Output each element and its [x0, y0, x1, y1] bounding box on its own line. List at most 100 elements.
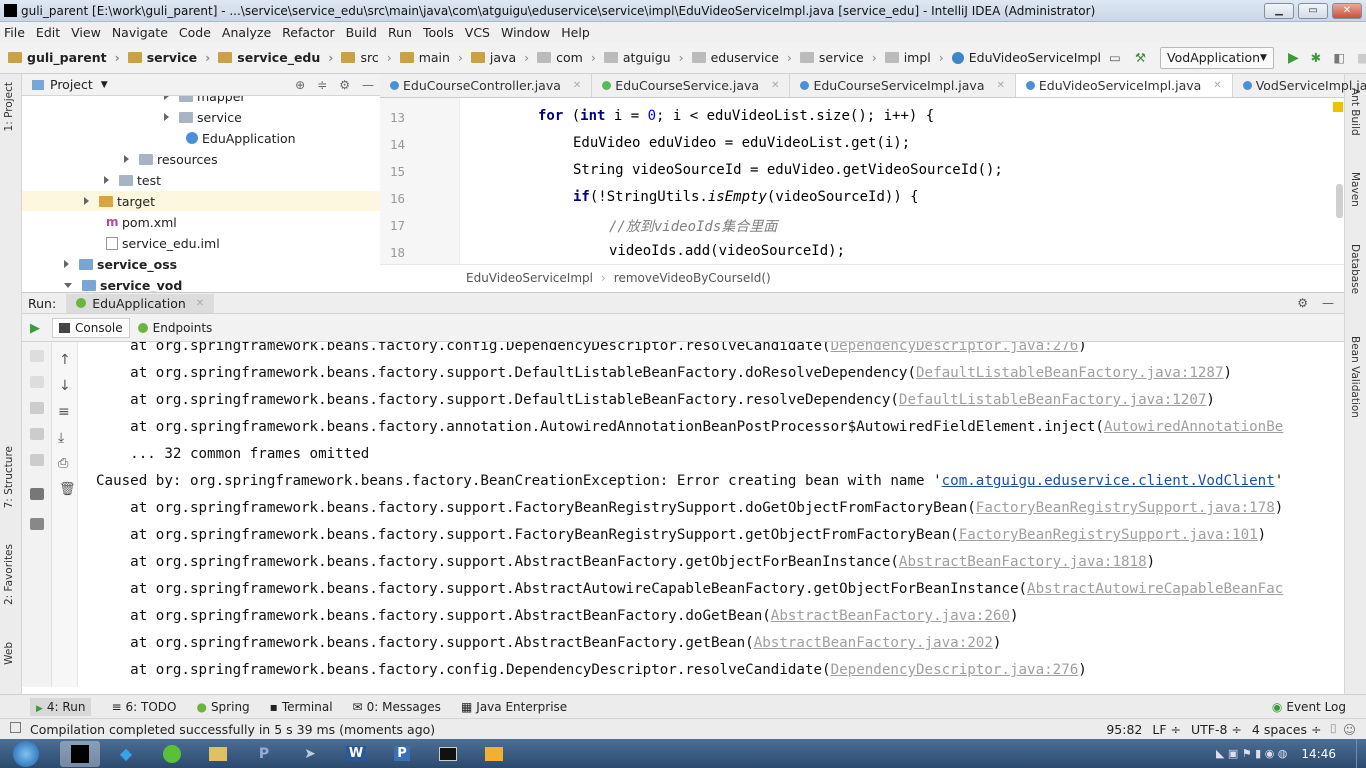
editor-breadcrumb-method[interactable]: removeVideoByCourseId()	[614, 271, 771, 285]
close-icon[interactable]: ✕	[996, 80, 1004, 91]
minimize-button[interactable]: ▁	[1264, 2, 1294, 19]
structure-tool-button[interactable]: 7: Structure	[3, 446, 15, 508]
expand-arrow-icon[interactable]	[164, 113, 169, 121]
tab-vodserviceimpl[interactable]: VodServiceImpl.java✕	[1233, 74, 1366, 97]
tree-item-service[interactable]: service	[164, 107, 242, 127]
locate-icon[interactable]: ⊕	[295, 78, 305, 92]
tray-icons[interactable]: ◣ ▣ ⚑ ▮ ◉ ◍	[1216, 747, 1287, 760]
code-editor[interactable]: 13 14 15 16 17 18 for (int i = 0; i < ed…	[380, 98, 1344, 264]
tab-eduvideoserviceimpl[interactable]: EduVideoServiceImpl.java ✕	[1015, 74, 1233, 97]
gear-icon[interactable]: ⚙	[1297, 296, 1308, 310]
project-tool-button[interactable]: 1: Project	[3, 82, 15, 131]
rerun-icon[interactable]: ▶	[30, 321, 40, 336]
taskbar-cmd[interactable]	[428, 741, 468, 767]
event-log-button[interactable]: ◉ Event Log	[1272, 700, 1346, 714]
console-output[interactable]: at org.springframework.beans.factory.con…	[80, 342, 1344, 687]
hide-panel-icon[interactable]: —	[1322, 296, 1334, 310]
breadcrumb-item[interactable]: service ›	[127, 50, 210, 65]
close-icon[interactable]: ✕	[1213, 80, 1221, 91]
caret-position[interactable]: 95:82	[1106, 722, 1142, 737]
collapse-arrow-icon[interactable]	[64, 282, 72, 288]
tree-item-resources[interactable]: resources	[124, 149, 218, 169]
stack-link[interactable]: AbstractBeanFactory.java:202	[754, 635, 993, 651]
stack-link[interactable]: FactoryBeanRegistrySupport.java:101	[959, 527, 1258, 543]
menu-navigate[interactable]: Navigate	[112, 25, 168, 40]
breadcrumb-item[interactable]: src ›	[341, 50, 392, 65]
menu-help[interactable]: Help	[561, 25, 590, 40]
bean-validation-tool-button[interactable]: Bean Validation	[1349, 336, 1361, 418]
gear-icon[interactable]: ⚙	[339, 78, 350, 92]
layout-icon[interactable]: ▭	[1109, 50, 1121, 65]
indent-setting[interactable]: 4 spaces ÷	[1252, 722, 1322, 737]
stop-icon[interactable]	[30, 350, 44, 362]
stack-link[interactable]: AbstractAutowireCapableBeanFac	[1027, 581, 1283, 597]
taskbar-browser[interactable]	[152, 741, 192, 767]
editor-scrollbar[interactable]	[1336, 184, 1343, 218]
tree-item-service-oss[interactable]: service_oss	[64, 254, 177, 274]
tool-tab-spring[interactable]: ● Spring	[196, 700, 249, 714]
taskbar-app-arrow[interactable]: ➤	[290, 741, 330, 767]
menu-view[interactable]: View	[71, 25, 101, 40]
run-config-selector[interactable]: VodApplication ▼	[1160, 46, 1274, 69]
chevron-down-icon[interactable]: ▼	[101, 80, 108, 90]
lock-icon[interactable]: ⌷	[1329, 721, 1337, 737]
stack-link[interactable]: AutowiredAnnotationBe	[1104, 419, 1283, 435]
expand-arrow-icon[interactable]	[164, 96, 169, 100]
tree-item-mapper[interactable]: mapper	[164, 96, 246, 106]
breadcrumb-item[interactable]: atguigu ›	[603, 50, 684, 65]
stop-icon[interactable]: ■	[1357, 50, 1366, 65]
menu-tools[interactable]: Tools	[423, 25, 454, 40]
tab-educoursecontroller[interactable]: EduCourseController.java ✕	[380, 74, 593, 97]
favorites-tool-button[interactable]: 2: Favorites	[3, 544, 15, 605]
breadcrumb-item[interactable]: guli_parent ›	[8, 50, 120, 65]
run-config-tab[interactable]: EduApplication ✕	[66, 293, 215, 313]
taskbar-vscode[interactable]: ◆	[106, 741, 146, 767]
taskbar-clock[interactable]: 14:46	[1301, 747, 1336, 761]
project-view-selector[interactable]: Project	[50, 77, 93, 92]
taskbar-app-folder[interactable]	[474, 741, 514, 767]
tree-item-target[interactable]: target	[22, 191, 380, 211]
soft-wrap-icon[interactable]: ≡	[58, 404, 70, 420]
maximize-button[interactable]: ▭	[1298, 2, 1328, 19]
print-icon[interactable]: ⎙	[58, 456, 68, 471]
menu-edit[interactable]: Edit	[36, 25, 60, 40]
menu-window[interactable]: Window	[501, 25, 550, 40]
menu-analyze[interactable]: Analyze	[222, 25, 271, 40]
pin-icon[interactable]	[30, 518, 44, 530]
tree-item-pom-xml[interactable]: m pom.xml	[106, 212, 177, 232]
stack-link[interactable]: DefaultListableBeanFactory.java:1207	[899, 392, 1207, 408]
tree-item-service-vod[interactable]: service_vod	[64, 275, 182, 292]
breadcrumb-item[interactable]: java ›	[470, 50, 529, 65]
breadcrumb-item[interactable]: service ›	[799, 50, 877, 65]
tree-item-eduapplication[interactable]: EduApplication	[186, 128, 296, 148]
stack-link[interactable]: AbstractBeanFactory.java:260	[771, 608, 1010, 624]
breadcrumb-item[interactable]: main ›	[399, 50, 463, 65]
editor-breadcrumb-class[interactable]: EduVideoServiceImpl	[466, 271, 593, 285]
breadcrumb-item[interactable]: EduVideoServiceImpl	[951, 50, 1101, 65]
menu-file[interactable]: File	[4, 25, 25, 40]
menu-build[interactable]: Build	[346, 25, 377, 40]
stack-link[interactable]: DependencyDescriptor.java:276	[831, 342, 1079, 354]
stack-link[interactable]: DependencyDescriptor.java:276	[831, 662, 1079, 678]
stack-link[interactable]: DefaultListableBeanFactory.java:1287	[916, 365, 1224, 381]
tool-tab-messages[interactable]: ✉ 0: Messages	[353, 700, 441, 714]
status-toggle-icon[interactable]	[10, 722, 21, 733]
close-icon[interactable]: ✕	[196, 298, 204, 309]
menu-vcs[interactable]: VCS	[465, 25, 490, 40]
tab-educourseserviceimpl[interactable]: EduCourseServiceImpl.java ✕	[790, 74, 1016, 97]
warning-marker[interactable]	[1333, 102, 1343, 112]
tree-item-test[interactable]: test	[104, 170, 161, 190]
tab-endpoints[interactable]: Endpoints	[130, 319, 221, 337]
hide-panel-icon[interactable]: —	[362, 78, 374, 92]
status-message[interactable]: Compilation completed successfully in 5 …	[30, 722, 435, 737]
taskbar-app-p1[interactable]: P	[244, 741, 284, 767]
breadcrumb-item[interactable]: com ›	[537, 50, 596, 65]
menu-refactor[interactable]: Refactor	[282, 25, 334, 40]
run-icon[interactable]: ▶	[1288, 50, 1299, 66]
maven-tool-button[interactable]: Maven	[1349, 172, 1361, 207]
tree-item-service-edu-iml[interactable]: service_edu.iml	[106, 233, 220, 253]
stack-link[interactable]: AbstractBeanFactory.java:1818	[899, 554, 1147, 570]
tool-tab-todo[interactable]: ≡ 6: TODO	[111, 700, 176, 714]
taskbar-app-p2[interactable]: P	[382, 741, 422, 767]
expand-arrow-icon[interactable]	[124, 155, 129, 163]
